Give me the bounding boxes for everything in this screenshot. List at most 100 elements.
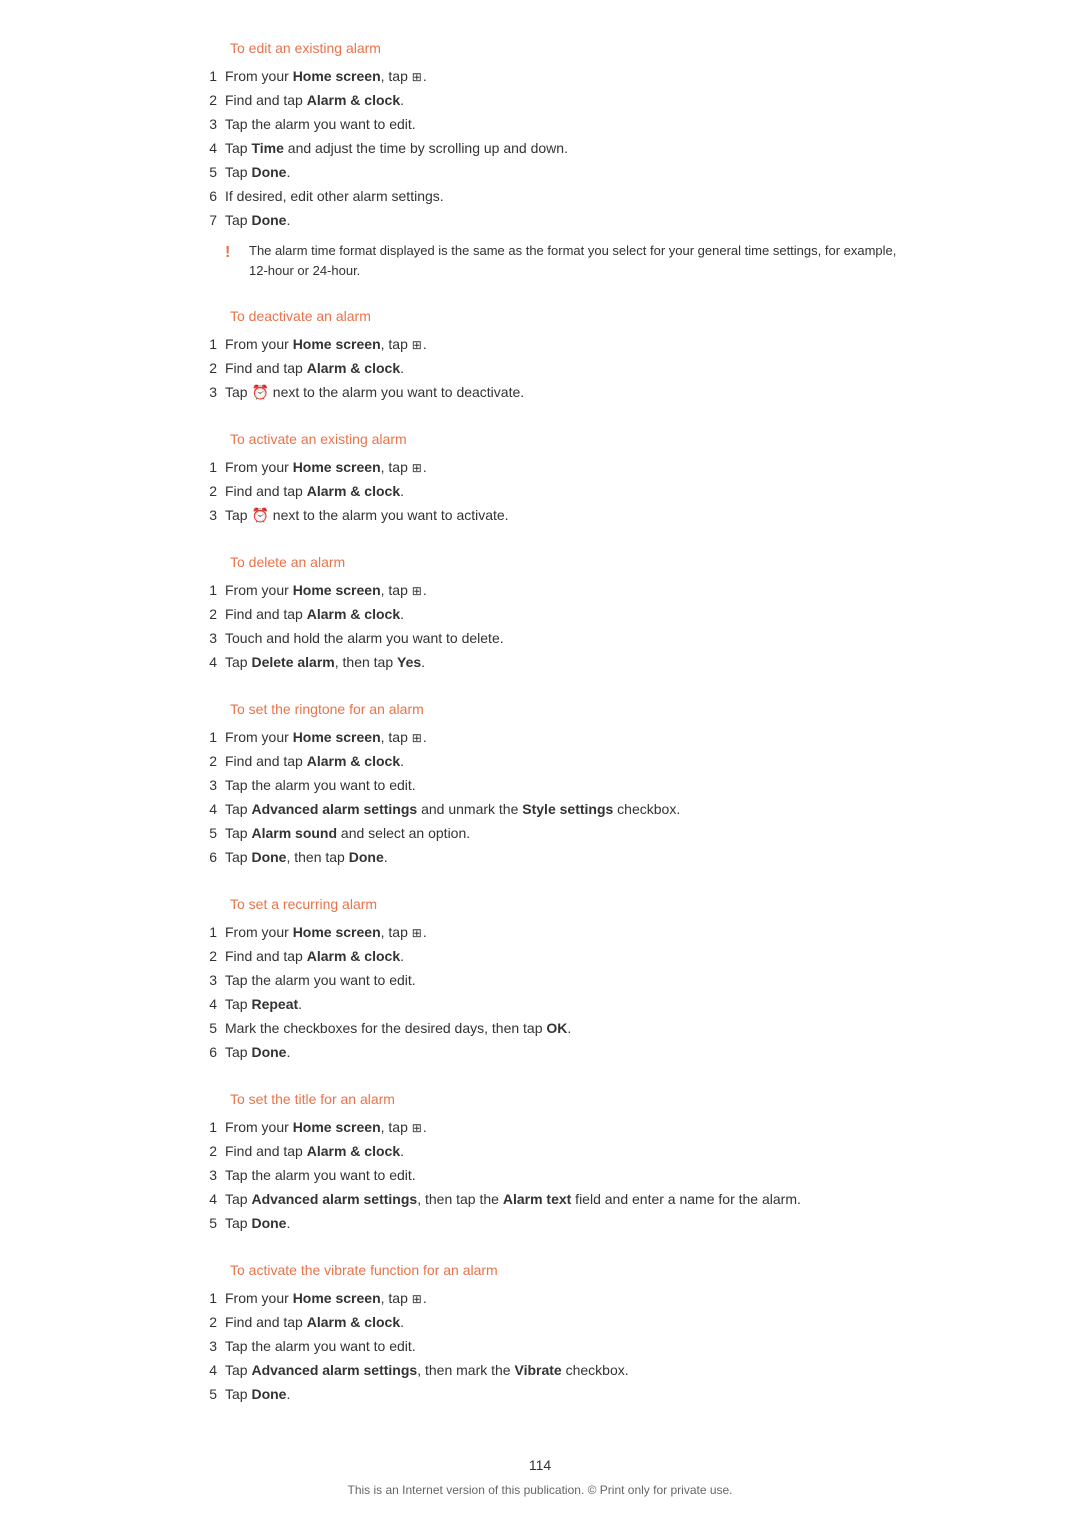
step-content: Tap Done. <box>225 210 910 231</box>
list-item: 1From your Home screen, tap ⊞. <box>170 334 910 355</box>
step-number: 1 <box>170 334 225 355</box>
section-ringtone: To set the ringtone for an alarm 1From y… <box>170 701 910 868</box>
step-content: Find and tap Alarm & clock. <box>225 604 910 625</box>
step-content: Tap Done. <box>225 1384 910 1405</box>
step-content: From your Home screen, tap ⊞. <box>225 922 910 943</box>
step-number: 2 <box>170 604 225 625</box>
step-number: 3 <box>170 1336 225 1357</box>
list-item: 3Tap the alarm you want to edit. <box>170 1336 910 1357</box>
list-item: 1From your Home screen, tap ⊞. <box>170 580 910 601</box>
step-number: 2 <box>170 751 225 772</box>
step-number: 7 <box>170 210 225 231</box>
step-content: Tap Done. <box>225 1213 910 1234</box>
step-content: Find and tap Alarm & clock. <box>225 481 910 502</box>
section-set-title: To set the title for an alarm 1From your… <box>170 1091 910 1234</box>
step-number: 3 <box>170 628 225 649</box>
list-item: 1From your Home screen, tap ⊞. <box>170 922 910 943</box>
list-item: 1From your Home screen, tap ⊞. <box>170 1288 910 1309</box>
step-number: 4 <box>170 1189 225 1210</box>
list-item: 2Find and tap Alarm & clock. <box>170 481 910 502</box>
step-number: 5 <box>170 823 225 844</box>
step-number: 2 <box>170 946 225 967</box>
step-content: Tap Repeat. <box>225 994 910 1015</box>
section-title-delete: To delete an alarm <box>230 554 910 570</box>
step-number: 4 <box>170 652 225 673</box>
step-number: 3 <box>170 1165 225 1186</box>
list-item: 3Tap the alarm you want to edit. <box>170 114 910 135</box>
list-item: 4Tap Repeat. <box>170 994 910 1015</box>
list-item: 3Tap ⏰ next to the alarm you want to dea… <box>170 382 910 403</box>
step-content: Tap ⏰ next to the alarm you want to acti… <box>225 505 910 526</box>
list-item: 6Tap Done. <box>170 1042 910 1063</box>
list-item: 3Tap the alarm you want to edit. <box>170 775 910 796</box>
list-item: 5Tap Done. <box>170 1213 910 1234</box>
list-item: 1From your Home screen, tap ⊞. <box>170 457 910 478</box>
step-number: 2 <box>170 1312 225 1333</box>
step-number: 5 <box>170 1018 225 1039</box>
list-item: 6If desired, edit other alarm settings. <box>170 186 910 207</box>
step-content: From your Home screen, tap ⊞. <box>225 727 910 748</box>
step-content: From your Home screen, tap ⊞. <box>225 66 910 87</box>
step-number: 1 <box>170 1117 225 1138</box>
section-title-recurring: To set a recurring alarm <box>230 896 910 912</box>
steps-list-title: 1From your Home screen, tap ⊞. 2Find and… <box>170 1117 910 1234</box>
step-content: From your Home screen, tap ⊞. <box>225 457 910 478</box>
list-item: 3Tap the alarm you want to edit. <box>170 1165 910 1186</box>
step-number: 1 <box>170 1288 225 1309</box>
page-footer: 114 This is an Internet version of this … <box>0 1457 1080 1497</box>
list-item: 2Find and tap Alarm & clock. <box>170 946 910 967</box>
list-item: 6Tap Done, then tap Done. <box>170 847 910 868</box>
list-item: 3Touch and hold the alarm you want to de… <box>170 628 910 649</box>
step-content: Tap the alarm you want to edit. <box>225 1336 910 1357</box>
list-item: 3Tap ⏰ next to the alarm you want to act… <box>170 505 910 526</box>
step-content: From your Home screen, tap ⊞. <box>225 1288 910 1309</box>
list-item: 5Tap Done. <box>170 1384 910 1405</box>
step-number: 3 <box>170 114 225 135</box>
step-number: 1 <box>170 66 225 87</box>
footer-text: This is an Internet version of this publ… <box>347 1483 732 1497</box>
step-content: Tap the alarm you want to edit. <box>225 1165 910 1186</box>
steps-list-delete: 1From your Home screen, tap ⊞. 2Find and… <box>170 580 910 673</box>
step-content: From your Home screen, tap ⊞. <box>225 1117 910 1138</box>
section-title-deactivate: To deactivate an alarm <box>230 308 910 324</box>
section-title-edit: To edit an existing alarm <box>230 40 910 56</box>
list-item: 5Tap Alarm sound and select an option. <box>170 823 910 844</box>
step-content: Tap the alarm you want to edit. <box>225 775 910 796</box>
step-content: Find and tap Alarm & clock. <box>225 1312 910 1333</box>
step-number: 3 <box>170 505 225 526</box>
step-content: Tap Done. <box>225 162 910 183</box>
step-content: From your Home screen, tap ⊞. <box>225 334 910 355</box>
note-block: ! The alarm time format displayed is the… <box>225 241 910 280</box>
step-content: Find and tap Alarm & clock. <box>225 358 910 379</box>
section-recurring-alarm: To set a recurring alarm 1From your Home… <box>170 896 910 1063</box>
step-content: Touch and hold the alarm you want to del… <box>225 628 910 649</box>
step-content: Find and tap Alarm & clock. <box>225 751 910 772</box>
section-delete-alarm: To delete an alarm 1From your Home scree… <box>170 554 910 673</box>
step-content: Find and tap Alarm & clock. <box>225 946 910 967</box>
step-number: 5 <box>170 1213 225 1234</box>
list-item: 1From your Home screen, tap ⊞. <box>170 727 910 748</box>
section-deactivate-alarm: To deactivate an alarm 1From your Home s… <box>170 308 910 403</box>
steps-list-edit: 1From your Home screen, tap ⊞. 2Find and… <box>170 66 910 231</box>
step-number: 4 <box>170 994 225 1015</box>
step-content: If desired, edit other alarm settings. <box>225 186 910 207</box>
step-content: Tap the alarm you want to edit. <box>225 970 910 991</box>
step-number: 4 <box>170 138 225 159</box>
list-item: 4Tap Advanced alarm settings, then mark … <box>170 1360 910 1381</box>
step-number: 3 <box>170 775 225 796</box>
section-vibrate: To activate the vibrate function for an … <box>170 1262 910 1405</box>
list-item: 5Tap Done. <box>170 162 910 183</box>
list-item: 2Find and tap Alarm & clock. <box>170 1312 910 1333</box>
list-item: 2Find and tap Alarm & clock. <box>170 751 910 772</box>
section-title-set-title: To set the title for an alarm <box>230 1091 910 1107</box>
step-number: 6 <box>170 847 225 868</box>
step-content: From your Home screen, tap ⊞. <box>225 580 910 601</box>
steps-list-recurring: 1From your Home screen, tap ⊞. 2Find and… <box>170 922 910 1063</box>
step-content: Mark the checkboxes for the desired days… <box>225 1018 910 1039</box>
step-content: Tap Advanced alarm settings, then tap th… <box>225 1189 910 1210</box>
list-item: 5Mark the checkboxes for the desired day… <box>170 1018 910 1039</box>
step-number: 1 <box>170 580 225 601</box>
list-item: 2Find and tap Alarm & clock. <box>170 604 910 625</box>
step-number: 6 <box>170 1042 225 1063</box>
step-content: Find and tap Alarm & clock. <box>225 90 910 111</box>
